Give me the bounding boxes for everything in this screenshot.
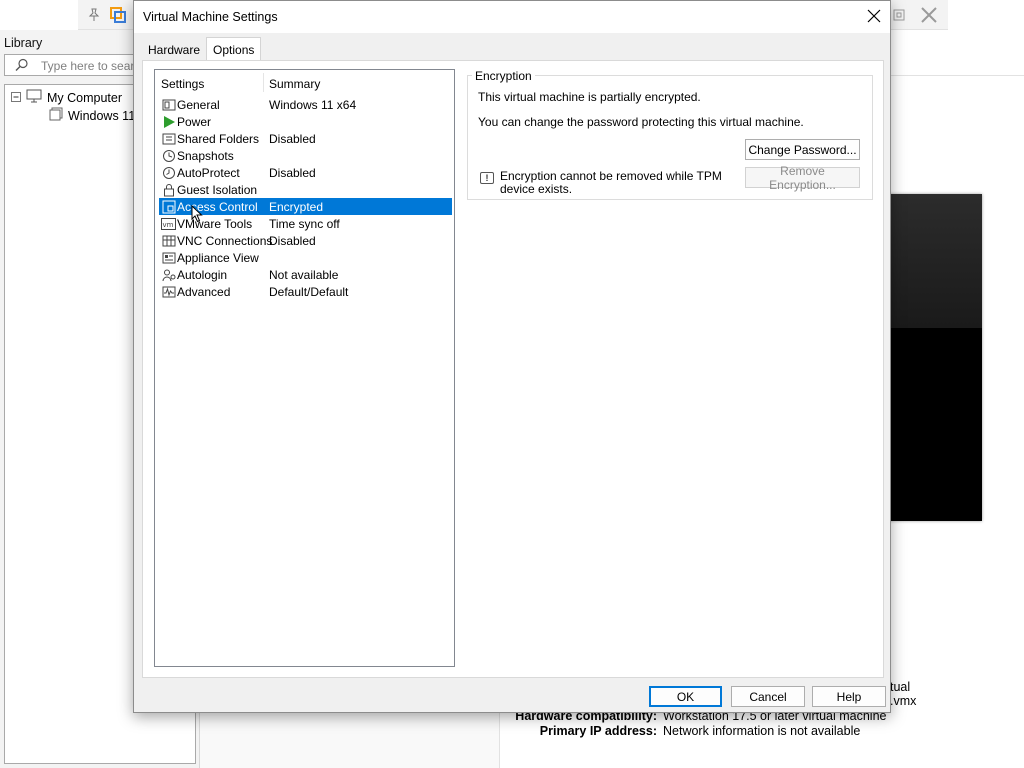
lock-icon	[161, 182, 176, 197]
encryption-group: Encryption This virtual machine is parti…	[467, 69, 873, 200]
settings-row-power[interactable]: Power	[159, 113, 452, 130]
settings-row-summary: Disabled	[269, 234, 316, 248]
settings-list: Settings Summary General Windows 11 x64 …	[154, 69, 455, 667]
vnc-icon	[161, 233, 176, 248]
help-button[interactable]: Help	[812, 686, 886, 707]
vmware-tools-icon: vm	[161, 216, 176, 231]
settings-row-guest-isolation[interactable]: Guest Isolation	[159, 181, 452, 198]
settings-row-general[interactable]: General Windows 11 x64	[159, 96, 452, 113]
vm-screen-top	[888, 194, 982, 328]
vmware-logo-icon[interactable]	[106, 3, 130, 27]
pin-icon[interactable]	[82, 3, 106, 27]
vm-settings-dialog: Virtual Machine Settings Hardware Option…	[133, 0, 891, 713]
settings-row-name: AutoProtect	[177, 166, 240, 180]
settings-row-name: Guest Isolation	[177, 183, 258, 197]
settings-row-advanced[interactable]: Advanced Default/Default	[159, 283, 452, 300]
encryption-password-text: You can change the password protecting t…	[478, 115, 804, 129]
settings-row-name: General	[177, 98, 220, 112]
settings-row-name: Autologin	[177, 268, 228, 282]
warning-icon: !	[480, 172, 494, 184]
autologin-icon	[161, 267, 176, 282]
settings-row-name: Access Control	[177, 200, 258, 214]
settings-row-summary: Disabled	[269, 132, 316, 146]
dialog-close-button[interactable]	[858, 1, 890, 31]
tree-item-my-computer[interactable]: My Computer	[11, 89, 122, 106]
ok-button[interactable]: OK	[649, 686, 722, 707]
settings-row-name: VMware Tools	[177, 217, 253, 231]
settings-row-summary: Default/Default	[269, 285, 349, 299]
search-icon	[15, 58, 29, 75]
detail-value-ip: Network information is not available	[663, 724, 861, 738]
tab-options[interactable]: Options	[206, 37, 262, 60]
remove-encryption-button[interactable]: Remove Encryption...	[745, 164, 860, 192]
settings-row-shared-folders[interactable]: Shared Folders Disabled	[159, 130, 452, 147]
mouse-cursor-icon	[191, 204, 203, 226]
vm-icon	[49, 107, 63, 124]
settings-row-summary: Time sync off	[269, 217, 340, 231]
settings-row-autologin[interactable]: Autologin Not available	[159, 266, 452, 283]
power-play-icon	[161, 114, 176, 129]
dialog-tabs: Hardware Options	[142, 37, 262, 61]
cancel-button[interactable]: Cancel	[731, 686, 805, 707]
settings-row-name: Power	[177, 115, 212, 129]
encryption-legend: Encryption	[472, 69, 535, 83]
settings-row-appliance-view[interactable]: Appliance View	[159, 249, 452, 266]
settings-row-snapshots[interactable]: Snapshots	[159, 147, 452, 164]
computer-icon	[26, 89, 42, 106]
settings-row-summary: Disabled	[269, 166, 316, 180]
vm-screen-thumbnail[interactable]	[888, 194, 982, 521]
library-title: Library	[4, 36, 43, 50]
tree-label-windows-11: Windows 11	[68, 108, 136, 123]
column-header-settings[interactable]: Settings	[161, 77, 204, 91]
settings-row-autoprotect[interactable]: AutoProtect Disabled	[159, 164, 452, 181]
general-icon	[161, 97, 176, 112]
close-icon	[867, 9, 881, 23]
tree-label-my-computer: My Computer	[47, 90, 123, 105]
encryption-warning-text: Encryption cannot be removed while TPM d…	[500, 169, 722, 196]
list-header: Settings Summary	[155, 70, 454, 94]
close-window-icon[interactable]	[916, 3, 942, 27]
dialog-title: Virtual Machine Settings	[143, 10, 278, 24]
settings-row-summary: Windows 11 x64	[269, 98, 357, 112]
settings-row-name: Advanced	[177, 285, 231, 299]
options-tab-body: Settings Summary General Windows 11 x64 …	[142, 60, 884, 678]
partial-text-2: .vmx	[890, 694, 917, 708]
encryption-status-text: This virtual machine is partially encryp…	[478, 90, 701, 104]
settings-row-summary: Encrypted	[269, 200, 324, 214]
change-password-button[interactable]: Change Password...	[745, 139, 860, 160]
autoprotect-icon	[161, 165, 176, 180]
column-header-summary[interactable]: Summary	[269, 77, 320, 91]
settings-row-summary: Not available	[269, 268, 339, 282]
settings-row-vnc-connections[interactable]: VNC Connections Disabled	[159, 232, 452, 249]
detail-key-ip: Primary IP address:	[539, 724, 657, 738]
tab-hardware[interactable]: Hardware	[142, 39, 206, 60]
snapshots-icon	[161, 148, 176, 163]
appliance-view-icon	[161, 250, 176, 265]
access-control-icon	[161, 199, 176, 214]
advanced-icon	[161, 284, 176, 299]
tree-item-windows-11[interactable]: Windows 11	[49, 107, 135, 124]
collapse-icon[interactable]	[11, 91, 21, 105]
dialog-titlebar[interactable]: Virtual Machine Settings	[134, 1, 890, 33]
settings-row-name: Snapshots	[177, 149, 234, 163]
svg-text:vm: vm	[163, 221, 174, 229]
settings-row-name: Appliance View	[177, 251, 259, 265]
column-separator	[263, 73, 264, 92]
settings-row-name: VNC Connections	[177, 234, 273, 248]
settings-row-name: Shared Folders	[177, 132, 260, 146]
partial-text-1: tual	[890, 680, 911, 694]
shared-folders-icon	[161, 131, 176, 146]
